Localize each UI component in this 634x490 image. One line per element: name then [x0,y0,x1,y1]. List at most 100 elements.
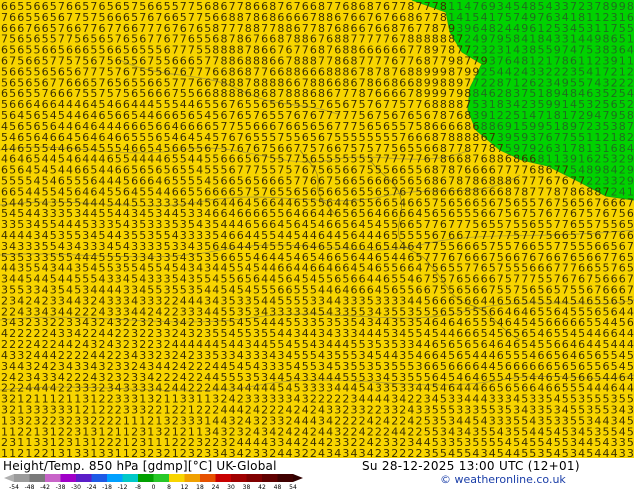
temp-digit: 2 [375,447,382,458]
temp-digit: 4 [513,447,520,458]
temp-digit: 5 [546,447,553,458]
temp-digit: 5 [432,447,439,458]
temp-digit: 5 [562,447,569,458]
temp-digit: 3 [383,447,390,458]
temp-digit: 2 [196,447,203,458]
scale-swatch [277,474,293,482]
temp-digit: 4 [448,447,455,458]
temp-digit: 4 [594,447,601,458]
scale-tick-label: -54 [9,484,19,490]
temp-digit: 2 [302,447,309,458]
map-title: Height/Temp. 850 hPa [gdmp][°C] UK-Globa… [3,459,277,473]
temp-digit: 2 [180,447,187,458]
temp-digit: 1 [1,447,8,458]
temp-digit: 1 [25,447,32,458]
scale-swatch [76,474,92,482]
scale-swatch [45,474,61,482]
scale-tick-label: -42 [40,484,50,490]
map-canvas: 6655665766576565756655775686778668767668… [0,0,634,458]
scale-tick-label: -8 [135,484,141,490]
temp-digit: 2 [164,447,171,458]
temp-digit: 4 [286,447,293,458]
temp-digit: 5 [497,447,504,458]
temp-digit: 4 [318,447,325,458]
scale-tick-label: 0 [152,484,156,490]
scale-swatch [138,474,154,482]
temp-digit: 3 [342,447,349,458]
temp-digit: 3 [107,447,114,458]
temp-digit: 3 [326,447,333,458]
temp-digit: 5 [464,447,471,458]
temp-digit: 4 [505,447,512,458]
temp-digit: 1 [66,447,73,458]
temp-digit: 3 [627,447,634,458]
temp-digit: 2 [416,447,423,458]
temp-digit: 2 [42,447,49,458]
temp-digit: 5 [456,447,463,458]
temp-digit: 5 [529,447,536,458]
temp-digit: 3 [99,447,106,458]
valid-time: Su 28-12-2025 13:00 UTC (12+01) [362,459,580,473]
temp-digit: 3 [424,447,431,458]
temp-digit: 1 [50,447,57,458]
temp-digit: 4 [367,447,374,458]
temp-digit: 5 [440,447,447,458]
scale-swatch [215,474,231,482]
scale-tick-label: 18 [196,484,204,490]
scale-swatch [29,474,45,482]
scale-tick-label: 24 [212,484,220,490]
temp-digit: 3 [204,447,211,458]
temp-digit: 3 [294,447,301,458]
temp-digit: 3 [74,447,81,458]
scale-swatch [231,474,247,482]
temp-digit: 4 [611,447,618,458]
scale-swatch [153,474,169,482]
scale-tick-label: -18 [102,484,112,490]
scale-tick-label: -30 [71,484,81,490]
temp-digit: 4 [277,447,284,458]
temp-digit: 1 [172,447,179,458]
temp-digit: 3 [82,447,89,458]
scale-swatch [246,474,262,482]
temperature-digit-grid: 6655665766576565756655775686778668767668… [1,0,634,458]
scale-tick-label: 12 [181,484,189,490]
temp-digit: 4 [351,447,358,458]
temp-digit: 2 [310,447,317,458]
scale-swatch [14,474,30,482]
scale-swatch [262,474,278,482]
scale-tick-label: 48 [274,484,282,490]
temp-digit: 4 [578,447,585,458]
temp-digit: 4 [221,447,228,458]
temp-digit: 2 [147,447,154,458]
temp-digit: 1 [90,447,97,458]
scale-swatch [122,474,138,482]
scale-swatch [60,474,76,482]
temp-digit: 5 [521,447,528,458]
temp-digit: 1 [115,447,122,458]
temp-digit: 3 [619,447,626,458]
temp-digit: 5 [586,447,593,458]
credit-link[interactable]: © weatheronline.co.uk [440,473,566,486]
scale-swatch [91,474,107,482]
temp-digit: 4 [489,447,496,458]
temp-digit: 2 [17,447,24,458]
scale-tick-label: -12 [118,484,128,490]
temp-digit: 3 [58,447,65,458]
temp-digit: 2 [34,447,41,458]
temp-digit: 3 [212,447,219,458]
temp-digit: 3 [570,447,577,458]
scale-tick-label: 30 [227,484,235,490]
temp-digit: 4 [334,447,341,458]
temp-digit: 4 [237,447,244,458]
temperature-color-scale: -54 -48 -42 -38 -30 -24 -18 -12 -8 0 8 12 18 24 30 38 42… [4,474,303,490]
temp-digit: 4 [472,447,479,458]
scale-tick-label: -24 [87,484,97,490]
temp-digit: 2 [131,447,138,458]
temp-digit: 1 [123,447,130,458]
scale-tick-label: 54 [289,484,297,490]
temp-digit: 2 [407,447,414,458]
temp-digit: 3 [229,447,236,458]
scale-right-arrow [293,474,303,482]
temp-digit: 2 [269,447,276,458]
temp-digit: 4 [603,447,610,458]
